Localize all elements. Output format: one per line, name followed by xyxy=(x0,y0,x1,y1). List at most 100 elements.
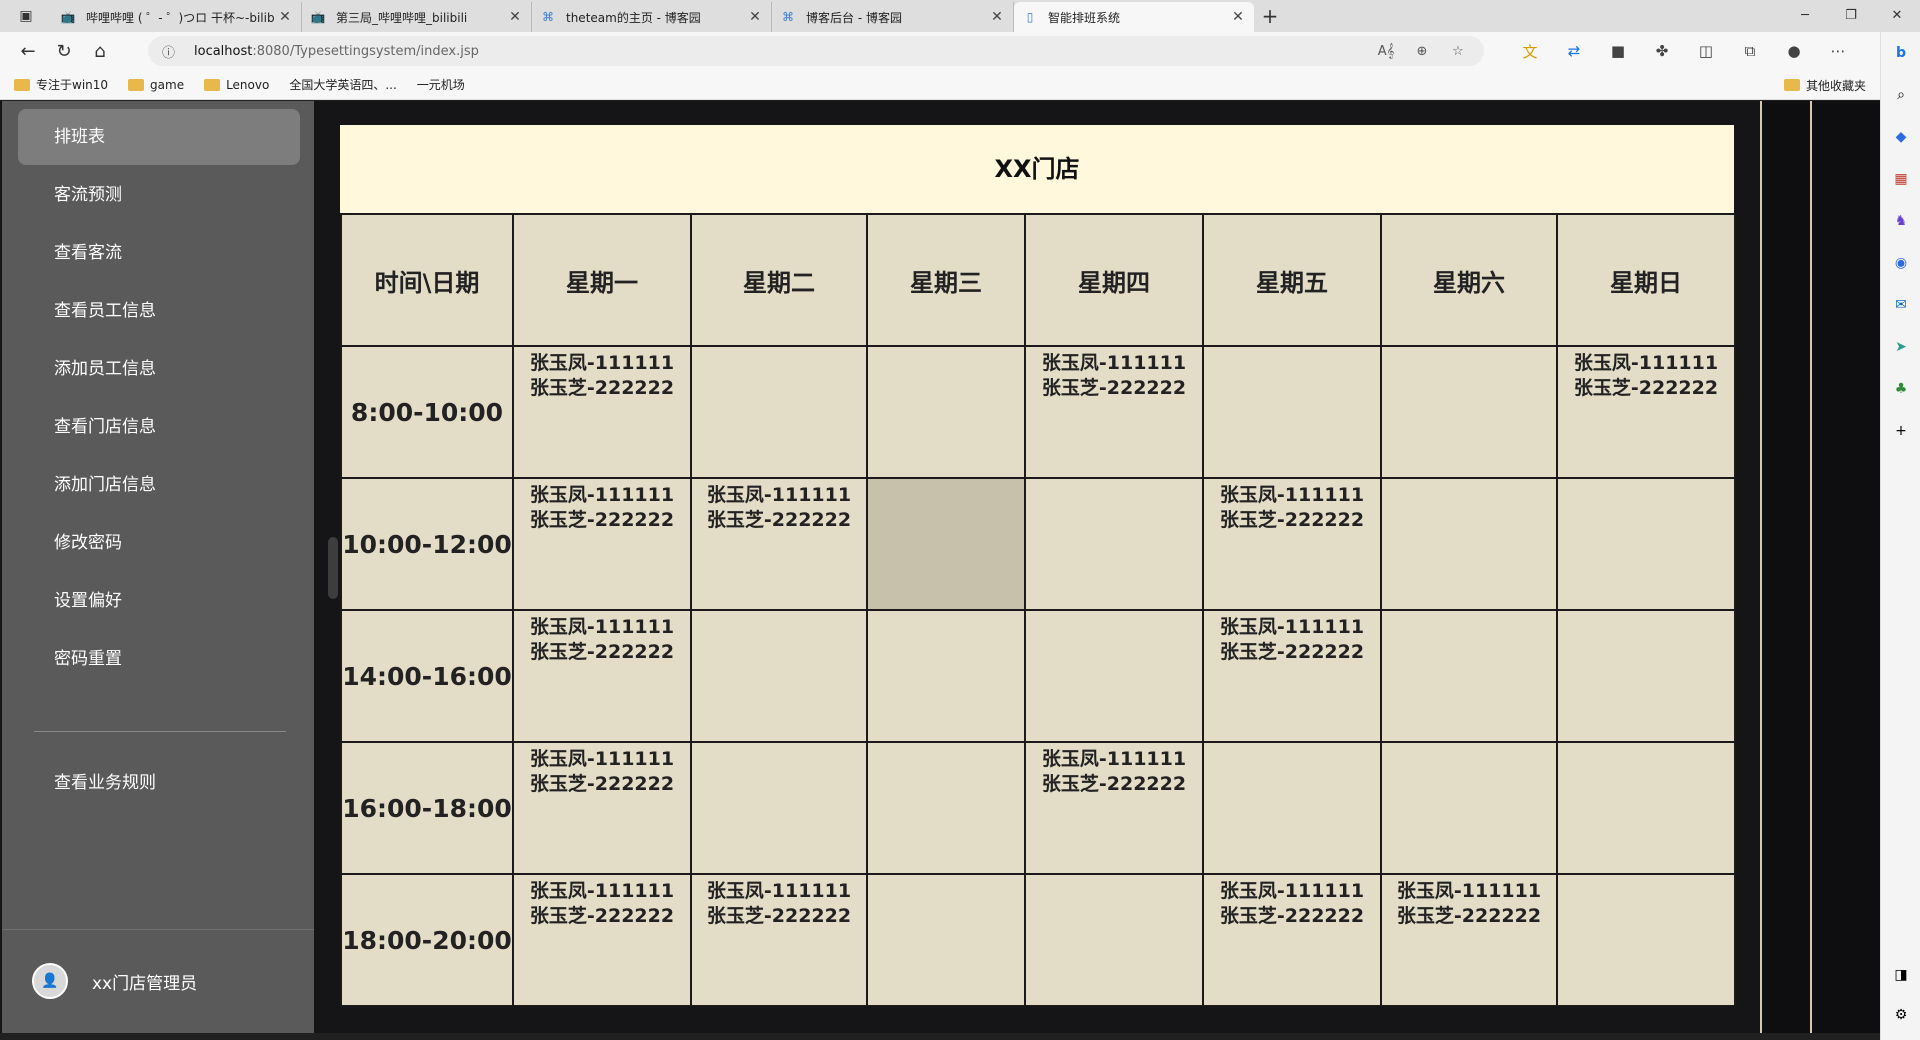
sidebar-menu-item[interactable]: 添加员工信息 xyxy=(18,341,300,397)
more-menu-icon[interactable]: ⋯ xyxy=(1816,42,1860,60)
home-icon[interactable]: ⌂ xyxy=(82,41,118,62)
admin-profile[interactable]: 👤 xx门店管理员 xyxy=(32,963,197,999)
tab-close-icon[interactable]: ✕ xyxy=(277,9,293,25)
schedule-cell[interactable] xyxy=(1380,345,1558,479)
schedule-cell[interactable] xyxy=(1024,609,1204,743)
schedule-cell[interactable] xyxy=(1380,477,1558,611)
sidebar-menu-item[interactable]: 添加门店信息 xyxy=(18,457,300,513)
add-icon[interactable]: + xyxy=(1881,410,1920,452)
schedule-cell[interactable]: 张玉凤-111111 张玉芝-222222 xyxy=(1024,345,1204,479)
tree-icon[interactable]: ♣ xyxy=(1881,368,1920,410)
sidebar-menu-item[interactable]: 客流预测 xyxy=(18,167,300,223)
address-bar[interactable]: ⓘ localhost:8080/Typesettingsystem/index… xyxy=(148,36,1484,66)
settings-gear-icon[interactable]: ⚙ xyxy=(1881,994,1920,1036)
bookmark-item[interactable]: 全国大学英语四、... xyxy=(0,76,397,186)
tab-close-icon[interactable]: ✕ xyxy=(1230,9,1246,25)
schedule-cell[interactable] xyxy=(1380,609,1558,743)
schedule-cell[interactable]: 张玉凤-111111 张玉芝-222222 xyxy=(1556,345,1736,479)
schedule-cell[interactable]: 张玉凤-111111 张玉芝-222222 xyxy=(1202,609,1382,743)
schedule-cell[interactable] xyxy=(1202,345,1382,479)
schedule-cell[interactable]: 张玉凤-111111 张玉芝-222222 xyxy=(690,477,868,611)
schedule-cell[interactable]: 张玉凤-111111 张玉芝-222222 xyxy=(1202,873,1382,1007)
sidebar-menu-item[interactable]: 密码重置 xyxy=(18,631,300,687)
sidebar-menu-item[interactable]: 修改密码 xyxy=(18,515,300,571)
schedule-cell[interactable] xyxy=(1380,741,1558,875)
sidebar-menu-item[interactable]: 查看员工信息 xyxy=(18,283,300,339)
schedule-cell[interactable] xyxy=(690,345,868,479)
day-header: 星期五 xyxy=(1202,213,1382,347)
scrollbar-thumb[interactable] xyxy=(328,537,338,599)
schedule-cell[interactable] xyxy=(866,741,1026,875)
read-aloud-icon[interactable]: A𝄞 xyxy=(1368,44,1404,59)
table-header-row: 时间\日期 星期一 星期二 星期三 星期四 星期五 星期六 星期日 xyxy=(340,213,1736,347)
shopping-tag-icon[interactable]: ◆ xyxy=(1881,116,1920,158)
schedule-cell[interactable] xyxy=(1024,873,1204,1007)
bookmark-item[interactable]: game xyxy=(128,76,184,93)
extensions-icon[interactable]: ✤ xyxy=(1640,42,1684,60)
schedule-cell[interactable] xyxy=(866,345,1026,479)
schedule-cell[interactable]: 张玉凤-111111 张玉芝-222222 xyxy=(512,609,692,743)
back-icon[interactable]: ← xyxy=(10,41,46,62)
sidebar-item-business-rules[interactable]: 查看业务规则 xyxy=(18,755,300,811)
sidebar-menu-item[interactable]: 设置偏好 xyxy=(18,573,300,629)
favorite-icon[interactable]: ☆ xyxy=(1440,44,1476,59)
schedule-cell[interactable]: 张玉凤-111111 张玉芝-222222 xyxy=(512,477,692,611)
schedule-cell[interactable] xyxy=(690,609,868,743)
new-tab-button[interactable]: + xyxy=(1254,4,1286,28)
schedule-cell[interactable] xyxy=(1024,477,1204,611)
schedule-cell[interactable]: 张玉凤-111111 张玉芝-222222 xyxy=(1380,873,1558,1007)
tab-close-icon[interactable]: ✕ xyxy=(989,9,1005,25)
tab-close-icon[interactable]: ✕ xyxy=(747,9,763,25)
close-window-icon[interactable]: ✕ xyxy=(1874,0,1920,32)
send-icon[interactable]: ➤ xyxy=(1881,326,1920,368)
sidebar-menu-item[interactable]: 查看门店信息 xyxy=(18,399,300,455)
outlook-icon[interactable]: ✉ xyxy=(1881,284,1920,326)
bookmark-item[interactable]: 一元机场 xyxy=(0,76,465,186)
games-icon[interactable]: ♞ xyxy=(1881,200,1920,242)
schedule-cell[interactable] xyxy=(1202,741,1382,875)
schedule-cell[interactable] xyxy=(866,609,1026,743)
schedule-cell[interactable] xyxy=(866,477,1026,611)
bing-icon[interactable]: b xyxy=(1881,32,1920,74)
search-icon[interactable]: ⌕ xyxy=(1881,74,1920,116)
schedule-cell[interactable]: 张玉凤-111111 张玉芝-222222 xyxy=(512,741,692,875)
toolbox-icon[interactable]: ▦ xyxy=(1881,158,1920,200)
schedule-cell[interactable] xyxy=(866,873,1026,1007)
other-bookmarks[interactable]: 其他收藏夹 xyxy=(1783,70,1866,100)
schedule-cell[interactable]: 张玉凤-111111 张玉芝-222222 xyxy=(512,345,692,479)
profile-icon[interactable]: ● xyxy=(1772,42,1816,60)
schedule-cell[interactable]: 张玉凤-111111 张玉芝-222222 xyxy=(1024,741,1204,875)
translate-icon[interactable]: 文 xyxy=(1508,41,1552,62)
browser-tab[interactable]: 📺 哔哩哔哩 ( ゜- ゜)つロ 干杯~-bilib ✕ xyxy=(52,2,302,32)
collections-icon[interactable]: ⧉ xyxy=(1728,42,1772,60)
tab-close-icon[interactable]: ✕ xyxy=(507,9,523,25)
schedule-cell[interactable] xyxy=(690,741,868,875)
schedule-cell[interactable] xyxy=(1556,609,1736,743)
browser-tab[interactable]: ⌘ 博客后台 - 博客园 ✕ xyxy=(772,2,1014,32)
sidebar-menu-item[interactable]: 查看客流 xyxy=(18,225,300,281)
office-icon[interactable]: ◉ xyxy=(1881,242,1920,284)
sidebar-toggle-icon[interactable]: ◨ xyxy=(1881,954,1920,996)
site-info-icon[interactable]: ⓘ xyxy=(162,42,182,61)
bookmark-item[interactable]: 专注于win10 xyxy=(14,76,108,93)
table-row: 10:00-12:00 张玉凤-111111 张玉芝-222222 张玉凤-11111… xyxy=(340,477,1736,611)
minimize-icon[interactable]: ─ xyxy=(1782,0,1828,32)
schedule-cell[interactable] xyxy=(1556,477,1736,611)
browser-tab[interactable]: ▯ 智能排班系统 ✕ xyxy=(1014,2,1254,32)
split-screen-icon[interactable]: ◫ xyxy=(1684,42,1728,60)
tab-actions-icon[interactable]: ▣ xyxy=(0,0,52,32)
sync-icon[interactable]: ⇄ xyxy=(1552,42,1596,60)
browser-tab[interactable]: ⌘ theteam的主页 - 博客园 ✕ xyxy=(532,2,772,32)
schedule-cell[interactable] xyxy=(1556,873,1736,1007)
extension-game-icon[interactable]: ■ xyxy=(1596,42,1640,60)
schedule-cell[interactable]: 张玉凤-111111 张玉芝-222222 xyxy=(690,873,868,1007)
sidebar-menu-item[interactable]: 排班表 xyxy=(18,109,300,165)
schedule-cell[interactable] xyxy=(1556,741,1736,875)
schedule-cell[interactable]: 张玉凤-111111 张玉芝-222222 xyxy=(1202,477,1382,611)
zoom-icon[interactable]: ⊕ xyxy=(1404,44,1440,59)
bookmark-item[interactable]: Lenovo xyxy=(204,76,269,93)
browser-tab[interactable]: 📺 第三局_哔哩哔哩_bilibili ✕ xyxy=(302,2,532,32)
schedule-cell[interactable]: 张玉凤-111111 张玉芝-222222 xyxy=(512,873,692,1007)
refresh-icon[interactable]: ↻ xyxy=(46,41,82,62)
restore-icon[interactable]: ❐ xyxy=(1828,0,1874,32)
